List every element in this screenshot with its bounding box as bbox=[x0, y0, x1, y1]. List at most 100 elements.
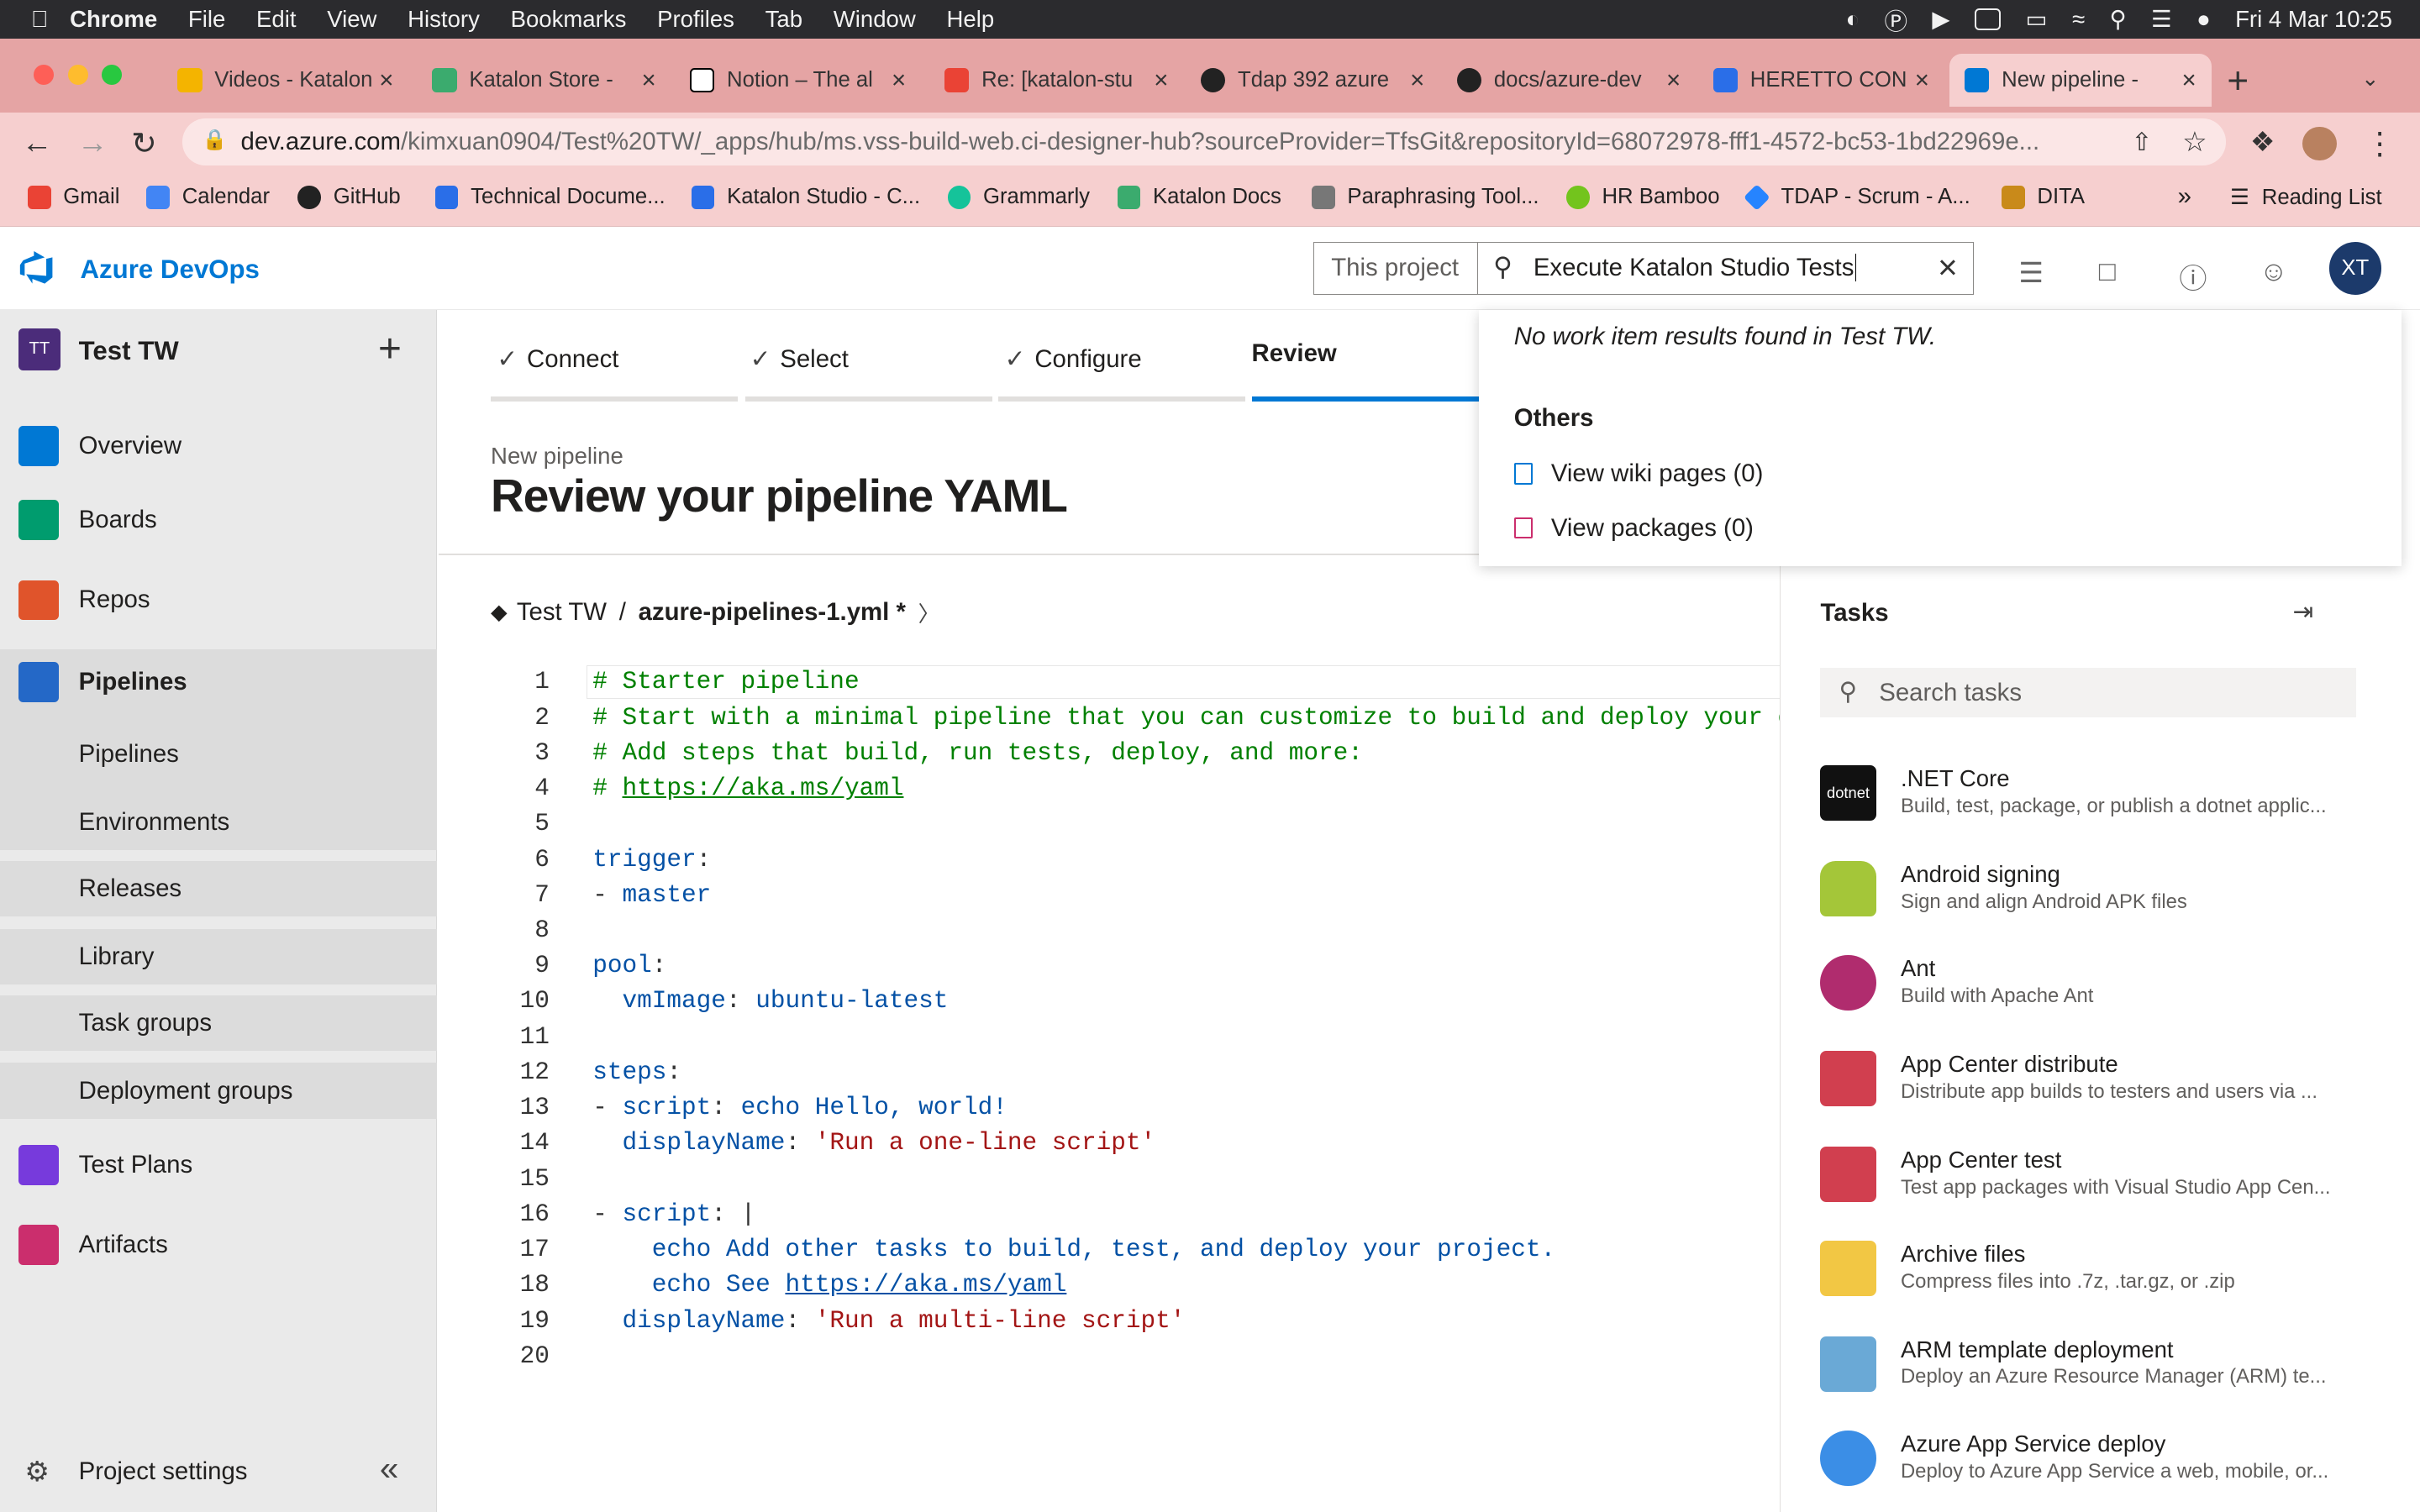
control-center-icon[interactable]: ☰ bbox=[2151, 6, 2172, 33]
siri-icon[interactable]: ● bbox=[2196, 6, 2211, 33]
sidebar-subitem-pipelines[interactable]: Pipelines bbox=[0, 714, 437, 795]
forward-icon[interactable]: → bbox=[77, 125, 108, 160]
user-avatar[interactable]: XT bbox=[2328, 242, 2382, 295]
browser-tab[interactable]: Notion – The al × bbox=[675, 54, 922, 106]
sidebar-item-boards[interactable]: Boards bbox=[0, 492, 437, 548]
tasks-search-input[interactable]: ⚲ Search tasks bbox=[1820, 668, 2356, 718]
bookmark-technical-docs[interactable]: Technical Docume... bbox=[434, 185, 666, 209]
task-item[interactable]: Android signing Sign and align Android AP… bbox=[1820, 856, 2391, 933]
menu-help[interactable]: Help bbox=[947, 6, 995, 33]
view-packages-link[interactable]: View packages (0) bbox=[1513, 514, 1754, 543]
share-icon[interactable]: ⇧ bbox=[2131, 128, 2152, 157]
st-icon[interactable] bbox=[1974, 8, 2002, 30]
project-settings[interactable]: ⚙ Project settings bbox=[0, 1444, 437, 1499]
new-tab-icon[interactable]: + bbox=[2227, 60, 2249, 102]
user-settings-icon[interactable]: ☺ bbox=[2260, 256, 2288, 288]
browser-tab[interactable]: Re: [katalon-stu × bbox=[929, 54, 1184, 106]
view-wiki-pages-link[interactable]: View wiki pages (0) bbox=[1513, 459, 1763, 488]
bookmark-tdap[interactable]: TDAP - Scrum - A... bbox=[1744, 184, 1970, 211]
menu-window[interactable]: Window bbox=[834, 6, 916, 33]
sidebar-item-repos[interactable]: Repos bbox=[0, 572, 437, 627]
menu-tab[interactable]: Tab bbox=[765, 6, 802, 33]
bookmark-star-icon[interactable]: ☆ bbox=[2182, 125, 2207, 159]
more-menu-icon[interactable]: ⋮ bbox=[2365, 125, 2396, 161]
yaml-editor[interactable]: 1 2 3 4 5 6 7 8 9 10 11 12 13 14 15 16 17 18 19 20 # Starte… bbox=[439, 664, 1837, 1375]
task-item[interactable]: App Center test Test app packages with Vi… bbox=[1820, 1142, 2391, 1219]
bookmark-dita[interactable]: DITA bbox=[2002, 185, 2085, 209]
sidebar-item-overview[interactable]: Overview bbox=[0, 418, 437, 474]
spotlight-icon[interactable]: ⚲ bbox=[2109, 6, 2126, 33]
sidebar-item-artifacts[interactable]: Artifacts bbox=[0, 1217, 437, 1273]
close-window-icon[interactable] bbox=[34, 65, 55, 85]
collapse-sidebar-icon[interactable]: « bbox=[380, 1449, 398, 1488]
address-bar[interactable]: 🔒 dev.azure.com/kimxuan0904/Test%20TW/_a… bbox=[182, 118, 2226, 165]
menu-app-name[interactable]: Chrome bbox=[70, 6, 157, 33]
clear-search-icon[interactable]: × bbox=[1938, 248, 1958, 287]
search-input[interactable]: Execute Katalon Studio Tests bbox=[1534, 254, 1854, 281]
marketplace-icon[interactable]: □ bbox=[2099, 256, 2116, 288]
sidebar-item-pipelines[interactable]: Pipelines bbox=[0, 649, 437, 715]
task-item[interactable]: Ant Build with Apache Ant bbox=[1820, 950, 2391, 1027]
close-tab-icon[interactable]: × bbox=[1666, 66, 1681, 95]
step-connect[interactable]: ✓ Connect bbox=[497, 344, 618, 374]
bookmark-calendar[interactable]: Calendar bbox=[146, 185, 270, 209]
bookmark-grammarly[interactable]: Grammarly bbox=[947, 185, 1090, 209]
bookmark-katalon-studio[interactable]: Katalon Studio - C... bbox=[691, 185, 920, 209]
profile-avatar[interactable] bbox=[2302, 126, 2337, 160]
play-icon[interactable]: ▶ bbox=[1932, 6, 1949, 33]
bookmark-paraphrasing[interactable]: Paraphrasing Tool... bbox=[1312, 185, 1539, 209]
menu-profiles[interactable]: Profiles bbox=[657, 6, 734, 33]
help-icon[interactable]: ⓘ bbox=[2179, 256, 2207, 297]
bookmark-katalon-docs[interactable]: Katalon Docs bbox=[1117, 185, 1281, 209]
task-item[interactable]: ARM template deployment Deploy an Azure R… bbox=[1820, 1331, 2391, 1409]
close-tab-icon[interactable]: × bbox=[1154, 66, 1168, 95]
step-select[interactable]: ✓ Select bbox=[750, 344, 849, 374]
battery-icon[interactable]: ▭ bbox=[2026, 6, 2048, 33]
browser-tab[interactable]: Videos - Katalon × bbox=[162, 54, 409, 106]
sidebar-subitem-task-groups[interactable]: Task groups bbox=[0, 995, 437, 1051]
zoom-window-icon[interactable] bbox=[102, 65, 123, 85]
sidebar-subitem-environments[interactable]: Environments bbox=[0, 794, 437, 850]
rename-icon[interactable]: 〉 bbox=[918, 597, 940, 628]
menu-view[interactable]: View bbox=[327, 6, 376, 33]
browser-tab[interactable]: docs/azure-dev × bbox=[1441, 54, 1696, 106]
task-item[interactable]: dotnet .NET Core Build, test, package, or … bbox=[1820, 760, 2391, 837]
wifi-icon[interactable]: ≈ bbox=[2072, 6, 2085, 33]
browser-tab[interactable]: HERETTO CON × bbox=[1697, 54, 1944, 106]
browser-tab-active[interactable]: New pipeline - × bbox=[1949, 54, 2212, 107]
breadcrumb-file[interactable]: azure-pipelines-1.yml * bbox=[639, 598, 906, 627]
close-tab-icon[interactable]: × bbox=[2181, 66, 2196, 95]
project-avatar[interactable]: TT bbox=[18, 328, 60, 370]
search-box[interactable]: ⚲ Execute Katalon Studio Tests × bbox=[1476, 242, 1975, 295]
sidebar-item-test-plans[interactable]: Test Plans bbox=[0, 1137, 437, 1193]
bookmark-hr-bamboo[interactable]: HR Bamboo bbox=[1566, 185, 1719, 209]
extensions-icon[interactable]: ❖ bbox=[2250, 125, 2275, 159]
step-review[interactable]: Review bbox=[1252, 339, 1337, 368]
menu-edit[interactable]: Edit bbox=[256, 6, 296, 33]
menu-file[interactable]: File bbox=[188, 6, 225, 33]
search-scope-select[interactable]: This project bbox=[1313, 242, 1479, 295]
minimize-window-icon[interactable] bbox=[67, 65, 88, 85]
close-tab-icon[interactable]: × bbox=[641, 66, 655, 95]
sidebar-subitem-library[interactable]: Library bbox=[0, 928, 437, 984]
bookmark-gmail[interactable]: Gmail bbox=[28, 185, 119, 209]
sidebar-subitem-deployment-groups[interactable]: Deployment groups bbox=[0, 1063, 437, 1119]
browser-tab[interactable]: Katalon Store - × bbox=[417, 54, 671, 106]
brand-name[interactable]: Azure DevOps bbox=[81, 255, 260, 285]
apple-icon[interactable]:  bbox=[31, 6, 49, 33]
collapse-panel-icon[interactable]: ⇥ bbox=[2292, 597, 2313, 627]
add-icon[interactable]: + bbox=[378, 326, 402, 372]
more-bookmarks-icon[interactable]: » bbox=[2178, 182, 2191, 211]
close-tab-icon[interactable]: × bbox=[1410, 66, 1424, 95]
tab-search-chevron-icon[interactable]: ⌄ bbox=[2361, 66, 2380, 92]
browser-tab[interactable]: Tdap 392 azure × bbox=[1186, 54, 1440, 106]
clock[interactable]: Fri 4 Mar 10:25 bbox=[2235, 6, 2392, 33]
close-tab-icon[interactable]: × bbox=[379, 66, 393, 95]
project-name[interactable]: Test TW bbox=[79, 336, 179, 366]
bookmark-github[interactable]: GitHub bbox=[297, 185, 401, 209]
task-item[interactable]: Archive files Compress files into .7z, .t… bbox=[1820, 1236, 2391, 1313]
p-icon[interactable]: Ⓟ bbox=[1884, 3, 1907, 36]
status-icon[interactable]: ◐ bbox=[1845, 6, 1860, 33]
back-icon[interactable]: ← bbox=[22, 125, 53, 160]
breadcrumb-repo[interactable]: Test TW bbox=[517, 598, 607, 627]
